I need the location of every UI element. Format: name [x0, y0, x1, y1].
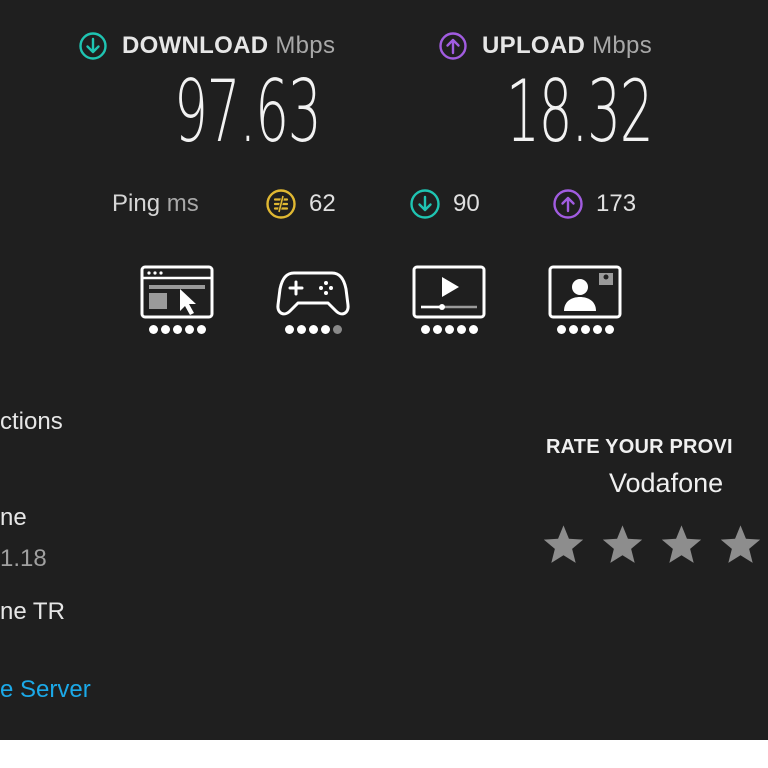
- download-header: DOWNLOAD Mbps: [78, 30, 335, 62]
- rating-dot-filled: [172, 325, 182, 334]
- rated-provider-name: Vodafone: [609, 468, 724, 498]
- server-name: ne TR: [0, 598, 65, 625]
- ping-unit: ms: [166, 190, 199, 217]
- web-browsing-icon: [140, 265, 214, 319]
- gaming-icon: [276, 271, 350, 316]
- star-rating[interactable]: [541, 522, 763, 572]
- usage-web-browsing[interactable]: [140, 265, 214, 345]
- download-value: 97.63: [174, 62, 322, 162]
- provider-name: ne: [0, 504, 27, 531]
- star-icon[interactable]: [718, 522, 763, 567]
- upload-header: UPLOAD Mbps: [438, 30, 652, 62]
- ping-download: 90: [409, 186, 480, 222]
- usage-gaming[interactable]: [276, 265, 350, 345]
- star-icon[interactable]: [659, 522, 704, 567]
- star-icon[interactable]: [600, 522, 645, 567]
- rating-dot-filled: [296, 325, 306, 334]
- rating-dots: [276, 325, 350, 334]
- rating-dot-filled: [284, 325, 294, 334]
- rating-dot-filled: [580, 325, 590, 334]
- video-chat-icon: [548, 265, 622, 319]
- star-icon[interactable]: [541, 522, 586, 567]
- download-label: DOWNLOAD: [122, 32, 269, 59]
- ping-idle-value: 62: [309, 190, 336, 217]
- ping-label: Ping ms: [112, 186, 199, 222]
- usage-video-streaming[interactable]: [412, 265, 486, 345]
- upload-label: UPLOAD: [482, 32, 586, 59]
- download-unit: Mbps: [275, 32, 336, 59]
- usage-video-chat[interactable]: [548, 265, 622, 345]
- rating-dot-filled: [420, 325, 430, 334]
- rating-dot-filled: [456, 325, 466, 334]
- rating-dot-filled: [468, 325, 478, 334]
- ping-upload: 173: [552, 186, 636, 222]
- rating-dot-filled: [160, 325, 170, 334]
- rating-dot-filled: [196, 325, 206, 334]
- rating-dot-filled: [568, 325, 578, 334]
- ip-address: 1.18: [0, 545, 47, 572]
- rating-dot-filled: [148, 325, 158, 334]
- ping-idle: 62: [265, 186, 336, 222]
- change-server-link[interactable]: e Server: [0, 676, 91, 704]
- rating-dot-empty: [332, 325, 342, 334]
- rate-provider-heading: RATE YOUR PROVI: [546, 436, 733, 458]
- ping-upload-value: 173: [596, 190, 637, 217]
- rating-dots: [548, 325, 622, 334]
- rating-dot-filled: [444, 325, 454, 334]
- rating-dot-filled: [320, 325, 330, 334]
- rating-dot-filled: [308, 325, 318, 334]
- upload-arrow-icon: [439, 32, 467, 60]
- connections-heading: ctions: [0, 408, 63, 435]
- download-arrow-icon: [79, 32, 107, 60]
- ping-text: Ping: [112, 190, 161, 217]
- rating-dot-filled: [556, 325, 566, 334]
- rating-dot-filled: [592, 325, 602, 334]
- ping-download-value: 90: [453, 190, 480, 217]
- rating-dots: [140, 325, 214, 334]
- rating-dot-filled: [184, 325, 194, 334]
- download-latency-icon: [410, 189, 440, 219]
- idle-latency-icon: [266, 189, 296, 219]
- video-streaming-icon: [412, 265, 486, 319]
- rating-dot-filled: [432, 325, 442, 334]
- upload-unit: Mbps: [592, 32, 652, 59]
- rating-dot-filled: [604, 325, 614, 334]
- upload-latency-icon: [553, 189, 583, 219]
- results-panel: DOWNLOAD Mbps 97.63 UPLOAD Mbps 18.32 Pi…: [0, 0, 768, 740]
- rating-dots: [412, 325, 486, 334]
- upload-value: 18.32: [506, 62, 654, 162]
